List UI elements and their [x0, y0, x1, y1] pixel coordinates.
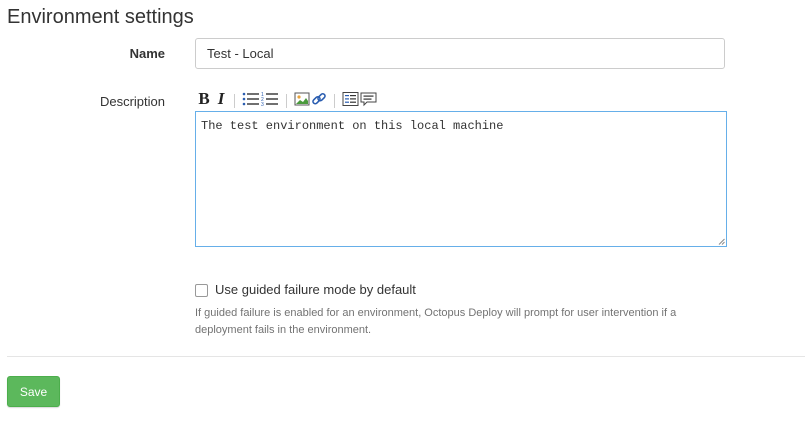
markdown-toolbar: B I 1 2 3 — [197, 89, 377, 109]
resize-grip-icon[interactable] — [718, 238, 725, 245]
italic-icon[interactable]: I — [215, 89, 227, 108]
description-text: The test environment on this local machi… — [201, 119, 504, 133]
bulleted-list-icon[interactable] — [242, 90, 260, 108]
description-label: Description — [99, 94, 165, 109]
help-line-1: If guided failure is enabled for an envi… — [195, 307, 677, 319]
quote-icon[interactable] — [360, 90, 377, 108]
save-button[interactable]: Save — [7, 376, 60, 407]
name-input[interactable] — [195, 38, 725, 69]
numbered-list-icon[interactable]: 1 2 3 — [261, 90, 279, 108]
name-label: Name — [129, 46, 165, 61]
guided-failure-checkbox[interactable] — [195, 284, 208, 297]
toolbar-divider — [286, 94, 287, 108]
guided-failure-help: If guided failure is enabled for an envi… — [195, 305, 740, 339]
guided-failure-label[interactable]: Use guided failure mode by default — [215, 282, 416, 297]
svg-text:3: 3 — [261, 102, 264, 107]
code-block-icon[interactable] — [342, 90, 359, 108]
description-textarea[interactable]: The test environment on this local machi… — [195, 111, 727, 247]
help-line-2: deployment fails in the environment. — [195, 324, 372, 336]
link-icon[interactable] — [311, 90, 327, 108]
bold-icon[interactable]: B — [197, 89, 211, 108]
toolbar-divider — [334, 94, 335, 108]
form-divider — [7, 356, 805, 357]
image-icon[interactable] — [294, 90, 310, 108]
toolbar-divider — [234, 94, 235, 108]
page-title: Environment settings — [7, 6, 194, 28]
